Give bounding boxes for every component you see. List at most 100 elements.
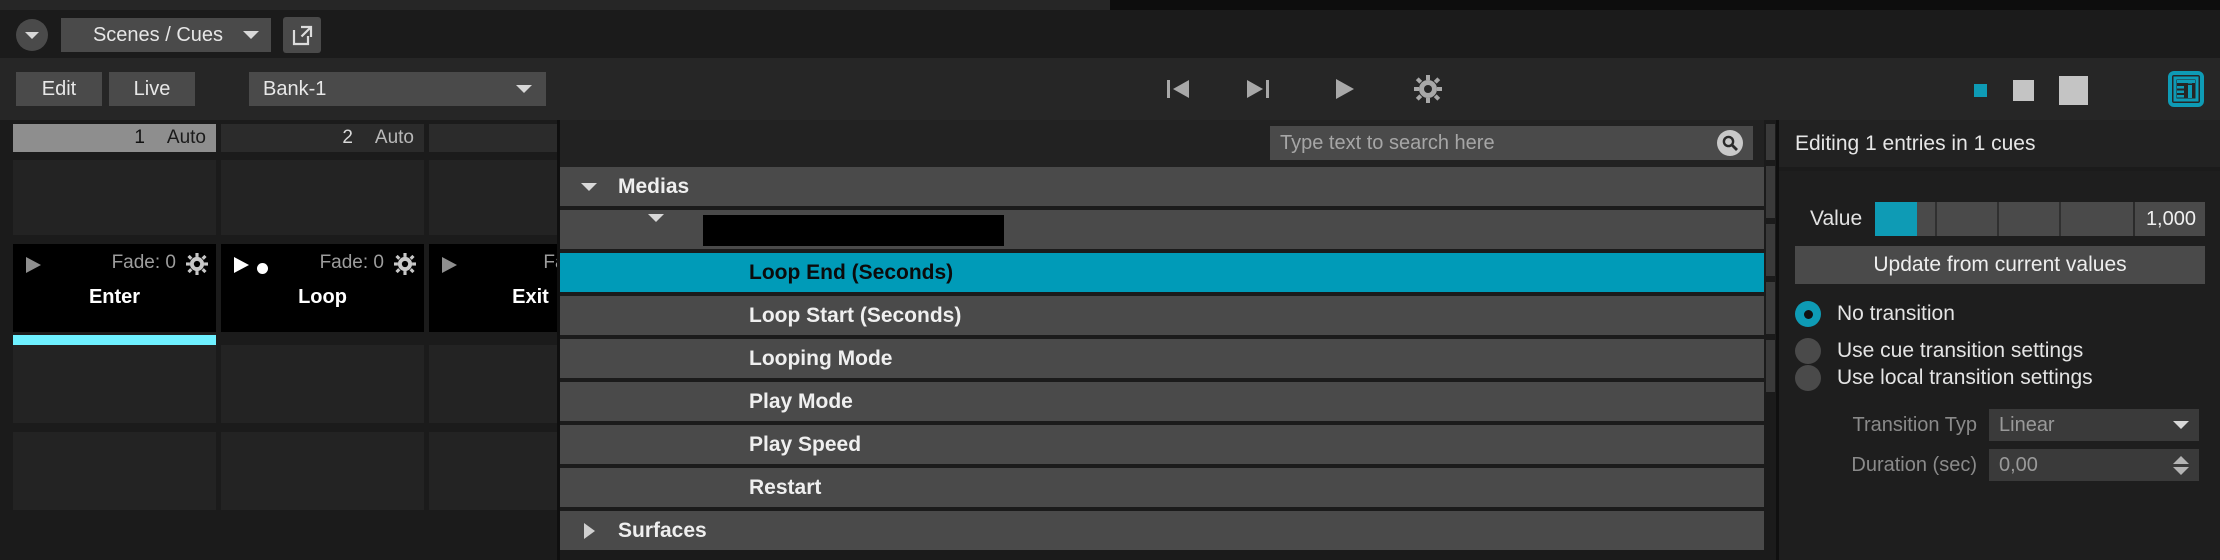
tree-row-restart[interactable]: Restart	[560, 468, 1775, 509]
spinner-down-icon[interactable]	[2173, 466, 2189, 475]
tree-row-surfaces[interactable]: Surfaces	[560, 511, 1775, 552]
tree-row-label: Loop Start (Seconds)	[749, 303, 962, 327]
chevron-down-icon	[25, 31, 39, 39]
scene-cell-empty[interactable]	[13, 432, 216, 510]
scrollbar-segment[interactable]	[1766, 166, 1775, 218]
chevron-down-icon	[243, 31, 259, 39]
scene-cell-empty[interactable]	[13, 345, 216, 423]
spinner-up-icon[interactable]	[2173, 455, 2189, 464]
cue-fade-label: Fade: 0	[319, 252, 384, 273]
scenes-grid: 1 Auto Fade: 0 Enter 2 Auto Fade: 0 Loop…	[0, 120, 632, 560]
scene-cell-empty[interactable]	[221, 345, 424, 423]
duration-row: Duration (sec) 0,00	[1795, 449, 2199, 481]
cue-name: Loop	[298, 286, 347, 308]
play-icon[interactable]	[23, 255, 45, 275]
panel-header-bar: Scenes / Cues	[0, 10, 2220, 58]
media-name-field[interactable]	[703, 215, 1004, 246]
live-mode-button[interactable]: Live	[109, 72, 195, 106]
size-large-button[interactable]	[2059, 76, 2088, 105]
bank-select[interactable]: Bank-1	[249, 72, 546, 106]
info-panel-toggle[interactable]	[2168, 71, 2204, 107]
cue-cell-enter[interactable]: Fade: 0 Enter	[13, 244, 216, 332]
panel-divider[interactable]	[557, 120, 560, 560]
transition-type-select[interactable]: Linear	[1989, 409, 2199, 441]
scene-number: 1	[134, 127, 145, 148]
tree-row-label: Surfaces	[618, 518, 707, 542]
radio-label: Use local transition settings	[1837, 366, 2093, 389]
play-icon[interactable]	[231, 255, 253, 275]
editor-body: Value 1,000 Update from current values N…	[1779, 171, 2220, 560]
update-from-current-values-button[interactable]: Update from current values	[1795, 246, 2205, 284]
scene-header-1[interactable]: 1 Auto	[13, 124, 216, 152]
chevron-right-icon[interactable]	[560, 522, 618, 539]
value-slider[interactable]	[1875, 202, 2133, 236]
previous-cue-button[interactable]	[1150, 72, 1206, 106]
next-cue-button[interactable]	[1230, 72, 1286, 106]
cue-cell-loop[interactable]: Fade: 0 Loop	[221, 244, 424, 332]
view-size-buttons	[1952, 58, 2102, 120]
transition-type-value: Linear	[1999, 413, 2055, 436]
play-icon[interactable]	[439, 255, 461, 275]
scene-number: 2	[342, 127, 353, 148]
scene-header-2[interactable]: 2 Auto	[221, 124, 424, 152]
chevron-down-icon[interactable]	[648, 214, 664, 240]
tree-row-loop-end[interactable]: Loop End (Seconds)	[560, 253, 1775, 294]
spinner-updown-icon[interactable]	[2173, 455, 2189, 475]
panel-divider[interactable]	[1776, 120, 1779, 560]
properties-tree-panel: Type text to search here Medias Loop End…	[560, 120, 1775, 560]
edit-mode-button[interactable]: Edit	[16, 72, 102, 106]
panel-title: Scenes / Cues	[92, 23, 224, 46]
tree-row-loop-start[interactable]: Loop Start (Seconds)	[560, 296, 1775, 337]
gear-icon[interactable]	[186, 253, 208, 275]
search-placeholder: Type text to search here	[1280, 131, 1495, 154]
tree-row-play-mode[interactable]: Play Mode	[560, 382, 1775, 423]
cue-name: Enter	[88, 286, 141, 308]
scrollbar-segment[interactable]	[1766, 282, 1775, 334]
duration-value: 0,00	[1999, 453, 2038, 476]
popout-panel-button[interactable]	[283, 17, 321, 53]
scrollbar-segment[interactable]	[1766, 340, 1775, 392]
scrollbar-thumb[interactable]	[1766, 124, 1775, 160]
value-field[interactable]: 1,000	[2133, 202, 2205, 236]
scene-cell-empty[interactable]	[221, 160, 424, 235]
tree-row-media-item[interactable]	[560, 210, 1775, 251]
window-top-strip	[0, 0, 2220, 10]
play-icon	[1336, 79, 1354, 99]
duration-label: Duration (sec)	[1851, 453, 1977, 476]
tree-row-label: Restart	[749, 475, 822, 499]
radio-no-transition[interactable]: No transition	[1795, 301, 1955, 327]
gear-icon	[1414, 75, 1442, 103]
tree-row-play-speed[interactable]: Play Speed	[560, 425, 1775, 466]
radio-use-local-transition[interactable]: Use local transition settings	[1795, 365, 2093, 391]
slider-tick	[2059, 202, 2061, 236]
radio-icon	[1795, 338, 1821, 364]
panel-type-select[interactable]: Scenes / Cues	[61, 18, 271, 52]
scene-cell-empty[interactable]	[221, 432, 424, 510]
main-toolbar: Edit Live Bank-1	[0, 58, 2220, 120]
scene-cell-empty[interactable]	[13, 160, 216, 235]
loop-indicator-icon	[257, 263, 268, 274]
search-row: Type text to search here	[560, 120, 1775, 167]
magnifier-glyph	[1722, 135, 1738, 151]
search-input[interactable]: Type text to search here	[1270, 126, 1753, 160]
collapse-panel-button[interactable]	[16, 19, 48, 51]
size-medium-button[interactable]	[2013, 80, 2034, 101]
radio-use-cue-transition[interactable]: Use cue transition settings	[1795, 338, 2083, 364]
tree-row-label: Play Mode	[749, 389, 853, 413]
size-small-button[interactable]	[1974, 84, 1987, 97]
scrollbar-segment[interactable]	[1766, 224, 1775, 276]
value-slider-fill	[1875, 202, 1917, 236]
gear-icon[interactable]	[394, 253, 416, 275]
value-row: Value 1,000	[1779, 202, 2220, 236]
tree-row-medias[interactable]: Medias	[560, 167, 1775, 208]
value-label: Value	[1810, 207, 1863, 230]
cue-cell-header: Fade: 0	[221, 244, 424, 284]
tree-row-looping-mode[interactable]: Looping Mode	[560, 339, 1775, 380]
top-strip-segment	[0, 0, 1110, 10]
settings-button[interactable]	[1400, 72, 1456, 106]
chevron-down-icon[interactable]	[560, 182, 618, 191]
search-icon[interactable]	[1717, 130, 1743, 156]
transition-type-row: Transition Typ Linear	[1795, 409, 2199, 441]
duration-input[interactable]: 0,00	[1989, 449, 2199, 481]
play-button[interactable]	[1316, 72, 1372, 106]
